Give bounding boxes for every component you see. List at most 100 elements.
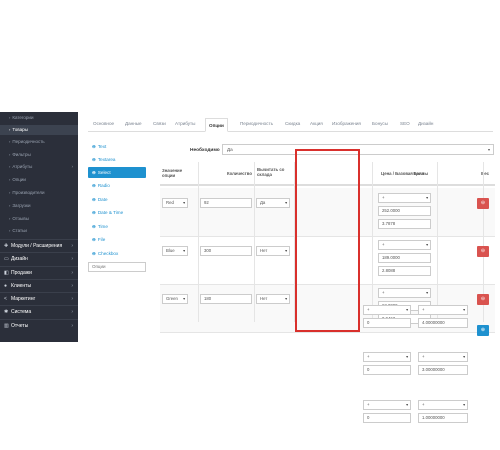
tab-design[interactable]: Дизайн	[418, 121, 433, 126]
quantity-input[interactable]: 300	[200, 246, 252, 256]
chevron-down-icon: ▾	[426, 196, 428, 200]
chevron-down-icon: ▾	[426, 243, 428, 247]
sidebar-item-options[interactable]: › Опции	[0, 175, 78, 185]
tab-reward[interactable]: Бонусы	[372, 121, 388, 126]
option-type-time[interactable]: ⊖ Time	[88, 221, 146, 232]
weight-prefix-select[interactable]: + ▾	[418, 400, 468, 410]
sidebar-item-modules[interactable]: ✚ Модули / Расширения ›	[0, 239, 78, 252]
share-icon: <	[4, 296, 7, 302]
chevron-right-icon: ›	[71, 296, 73, 302]
sidebar-item-categories[interactable]: › Категории	[0, 113, 78, 123]
user-icon: ●	[4, 283, 8, 289]
price-input[interactable]: 252.0000	[378, 206, 431, 216]
subtract-select[interactable]: Да ▾	[256, 198, 290, 208]
tab-options[interactable]: Опции	[205, 118, 228, 132]
subtract-select[interactable]: Нет ▾	[256, 246, 290, 256]
tab-recurring[interactable]: Периодичность	[240, 121, 273, 126]
option-type-date[interactable]: ⊖ Date	[88, 194, 146, 205]
minus-circle-icon: ⊖	[92, 144, 96, 149]
price-prefix-select[interactable]: + ▾	[378, 288, 431, 298]
chart-icon: ▥	[4, 323, 9, 329]
tab-links[interactable]: Связи	[153, 121, 166, 126]
bullet-icon: ›	[9, 177, 11, 182]
price-prefix-select[interactable]: + ▾	[378, 240, 431, 250]
chevron-right-icon: ›	[71, 309, 73, 315]
option-type-select[interactable]: ⊖ Select	[88, 167, 146, 178]
sidebar-item-attributes[interactable]: › Атрибуты ›	[0, 162, 78, 172]
sidebar-item-design[interactable]: ▭ Дизайн ›	[0, 252, 78, 265]
chevron-right-icon: ›	[71, 164, 74, 169]
price-input[interactable]: 189.0000	[378, 253, 431, 263]
option-value-select[interactable]: Red ▾	[162, 198, 188, 208]
points-input[interactable]: 0	[363, 365, 411, 375]
sidebar-item-marketing[interactable]: < Маркетинг ›	[0, 292, 78, 305]
minus-circle-icon: ⊖	[92, 157, 96, 162]
tab-images[interactable]: Изображения	[332, 121, 361, 126]
points-input[interactable]: 0	[363, 413, 411, 423]
weight-input[interactable]: 1.00000000	[418, 413, 468, 423]
sidebar-item-products[interactable]: › Товары	[0, 125, 78, 135]
monitor-icon: ▭	[4, 256, 9, 262]
required-label: Необходимо	[190, 148, 220, 153]
weight-prefix-select[interactable]: + ▾	[418, 305, 468, 315]
option-value-select[interactable]: Blue ▾	[162, 246, 188, 256]
sidebar-item-system[interactable]: ✱ Система ›	[0, 305, 78, 318]
minus-circle-icon: ⊖	[92, 170, 96, 175]
base-price-input[interactable]: 3.7878	[378, 219, 431, 229]
chevron-down-icon: ▾	[183, 249, 185, 253]
chevron-down-icon: ▾	[285, 297, 287, 301]
option-type-textarea[interactable]: ⊖ Textarea	[88, 154, 146, 165]
minus-circle-icon: ⊖	[92, 210, 96, 215]
points-input[interactable]: 0	[363, 318, 411, 328]
remove-row-button[interactable]: ⊖	[477, 246, 489, 257]
sidebar-item-reviews[interactable]: › Отзывы	[0, 214, 78, 224]
remove-row-button[interactable]: ⊖	[477, 198, 489, 209]
tab-discount[interactable]: Скидка	[285, 121, 300, 126]
chevron-down-icon: ▾	[487, 147, 490, 152]
option-type-text[interactable]: ⊖ Text	[88, 141, 146, 152]
option-value-select[interactable]: Green ▾	[162, 294, 188, 304]
subtract-select[interactable]: Нет ▾	[256, 294, 290, 304]
sidebar-item-customers[interactable]: ● Клиенты ›	[0, 279, 78, 292]
option-type-radio[interactable]: ⊖ Radio	[88, 180, 146, 191]
quantity-input[interactable]: 92	[200, 198, 252, 208]
tab-special[interactable]: Акция	[310, 121, 323, 126]
tab-general[interactable]: Основное	[93, 121, 114, 126]
option-type-datetime[interactable]: ⊖ Date & Time	[88, 207, 146, 218]
price-prefix-select[interactable]: + ▾	[378, 193, 431, 203]
option-type-checkbox[interactable]: ⊖ Checkbox	[88, 248, 146, 259]
weight-input[interactable]: 4.00000000	[418, 318, 468, 328]
bullet-icon: ›	[9, 216, 11, 221]
bullet-icon: ›	[9, 139, 11, 144]
quantity-input[interactable]: 180	[200, 294, 252, 304]
chevron-down-icon: ▾	[183, 297, 185, 301]
tab-attributes[interactable]: Атрибуты	[175, 121, 195, 126]
option-type-file[interactable]: ⊖ File	[88, 234, 146, 245]
header-points: Баллы	[413, 171, 428, 176]
tab-seo[interactable]: SEO	[400, 121, 410, 126]
chevron-down-icon: ▾	[285, 201, 287, 205]
bullet-icon: ›	[9, 228, 11, 233]
sidebar-item-downloads[interactable]: › Загрузки	[0, 201, 78, 211]
minus-circle-icon: ⊖	[92, 197, 96, 202]
sidebar-item-filters[interactable]: › Фильтры	[0, 150, 78, 160]
sidebar-item-articles[interactable]: › Статьи	[0, 226, 78, 236]
option-autocomplete-input[interactable]: Опции	[88, 262, 146, 272]
remove-row-button[interactable]: ⊖	[477, 294, 489, 305]
sidebar-item-manufacturers[interactable]: › Производители	[0, 188, 78, 198]
base-price-input[interactable]: 2.8088	[378, 266, 431, 276]
weight-prefix-select[interactable]: + ▾	[418, 352, 468, 362]
points-prefix-select[interactable]: + ▾	[363, 352, 411, 362]
points-prefix-select[interactable]: + ▾	[363, 400, 411, 410]
sidebar-item-reports[interactable]: ▥ Отчеты ›	[0, 319, 78, 332]
tab-data[interactable]: Данные	[125, 121, 142, 126]
weight-input[interactable]: 3.00000000	[418, 365, 468, 375]
sidebar-item-sales[interactable]: ◧ Продажи ›	[0, 266, 78, 279]
sidebar-item-recurring[interactable]: › Периодичность	[0, 137, 78, 147]
add-option-value-button[interactable]: ⊕	[477, 325, 489, 336]
plus-circle-icon: ⊕	[480, 327, 486, 333]
chevron-down-icon: ▾	[406, 403, 408, 407]
points-prefix-select[interactable]: + ▾	[363, 305, 411, 315]
header-subtract: Вычитать со склада	[254, 162, 294, 186]
price-column-highlight	[295, 149, 360, 332]
